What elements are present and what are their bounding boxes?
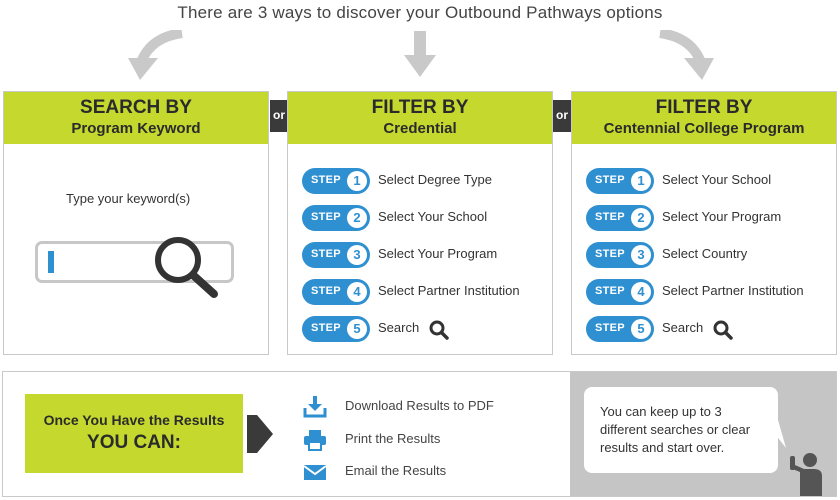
step-number: 3: [631, 245, 651, 265]
step-badge: STEP 3: [302, 242, 370, 268]
step-label: Select Country: [662, 246, 748, 261]
step-label: Select Partner Institution: [378, 283, 520, 298]
step-label: Select Your School: [662, 172, 772, 187]
step-label: Select Your Program: [662, 209, 782, 224]
step-label: Select Your School: [378, 209, 488, 224]
search-icon[interactable]: [428, 319, 450, 341]
action-label: Download Results to PDF: [345, 398, 494, 413]
step-number: 5: [631, 319, 651, 339]
step-badge: STEP 4: [586, 279, 654, 305]
action-label: Print the Results: [345, 431, 441, 446]
person-raising-hand-icon: [790, 453, 822, 496]
step-number: 4: [347, 282, 367, 302]
results-callout-line2: YOU CAN:: [87, 432, 181, 453]
results-callout: Once You Have the Results YOU CAN:: [25, 394, 243, 473]
step-word: STEP: [311, 322, 341, 334]
step-number: 2: [347, 208, 367, 228]
step-word: STEP: [311, 248, 341, 260]
step-word: STEP: [595, 322, 625, 334]
envelope-icon: [303, 465, 327, 480]
panel-title: SEARCH BY: [80, 97, 192, 118]
step-badge: STEP 3: [586, 242, 654, 268]
step-badge: STEP 5: [302, 316, 370, 342]
curved-arrow-right-icon: [659, 30, 714, 80]
panel-header: SEARCH BY Program Keyword: [4, 92, 268, 144]
panel-title: FILTER BY: [371, 97, 469, 118]
step-badge: STEP 2: [586, 205, 654, 231]
panel-subtitle: Program Keyword: [71, 120, 201, 137]
printer-icon: [304, 430, 326, 451]
step-number: 1: [347, 171, 367, 191]
step-number: 5: [347, 319, 367, 339]
step-badge: STEP 1: [302, 168, 370, 194]
search-icon[interactable]: [712, 319, 734, 341]
panel-header: FILTER BY Credential: [288, 92, 552, 144]
filter-by-program-panel: FILTER BY Centennial College Program STE…: [571, 91, 837, 355]
keyword-prompt: Type your keyword(s): [66, 191, 191, 206]
or-label: or: [556, 108, 568, 122]
step-badge: STEP 1: [586, 168, 654, 194]
page-headline: There are 3 ways to discover your Outbou…: [177, 3, 663, 22]
panel-subtitle: Centennial College Program: [603, 120, 805, 137]
step-badge: STEP 4: [302, 279, 370, 305]
panel-title: FILTER BY: [655, 97, 753, 118]
download-icon: [303, 396, 327, 418]
search-by-keyword-panel: SEARCH BY Program Keyword Type your keyw…: [3, 91, 269, 355]
panel-header: FILTER BY Centennial College Program: [572, 92, 836, 144]
step-number: 4: [631, 282, 651, 302]
step-label: Select Your Program: [378, 246, 498, 261]
arrow-down-icon: [404, 31, 436, 77]
results-callout-line1: Once You Have the Results: [43, 412, 225, 428]
step-badge: STEP 2: [302, 205, 370, 231]
step-word: STEP: [595, 211, 625, 223]
tip-bubble: You can keep up to 3 different searches …: [584, 387, 778, 473]
step-word: STEP: [595, 174, 625, 186]
step-label: Select Degree Type: [378, 172, 492, 187]
step-label: Search: [662, 320, 704, 335]
step-number: 2: [631, 208, 651, 228]
panel-subtitle: Credential: [383, 120, 457, 137]
curved-arrow-left-icon: [128, 30, 183, 80]
text-cursor: [48, 251, 54, 273]
step-badge: STEP 5: [586, 316, 654, 342]
speech-tail: [764, 420, 786, 448]
action-label: Email the Results: [345, 463, 447, 478]
filter-by-credential-panel: FILTER BY Credential STEP 1 Select Degre…: [287, 91, 553, 355]
magnifier-icon[interactable]: [150, 234, 224, 300]
step-word: STEP: [311, 285, 341, 297]
step-number: 3: [347, 245, 367, 265]
step-number: 1: [631, 171, 651, 191]
step-word: STEP: [311, 174, 341, 186]
arrow-right-icon: [247, 415, 273, 453]
step-label: Select Partner Institution: [662, 283, 804, 298]
step-label: Search: [378, 320, 420, 335]
step-word: STEP: [311, 211, 341, 223]
step-word: STEP: [595, 248, 625, 260]
or-label: or: [273, 108, 285, 122]
step-word: STEP: [595, 285, 625, 297]
